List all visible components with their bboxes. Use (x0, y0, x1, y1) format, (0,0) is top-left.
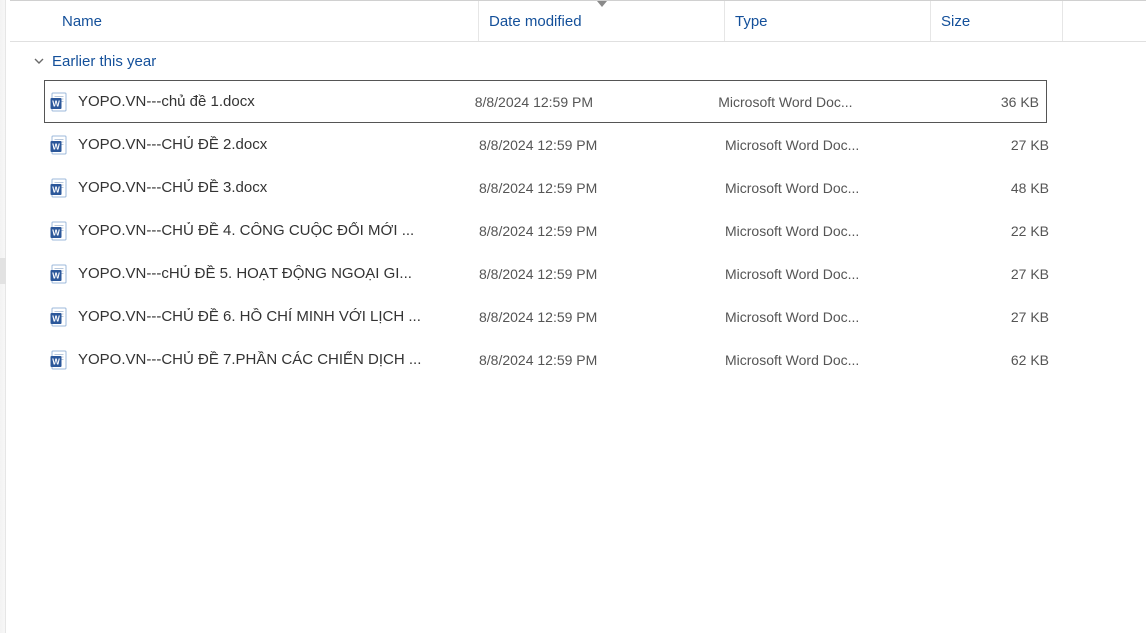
file-type-cell: Microsoft Word Doc... (725, 266, 931, 282)
file-row[interactable]: YOPO.VN---CHỦ ĐỀ 6. HỒ CHÍ MINH VỚI LỊCH… (10, 295, 1146, 338)
file-size-cell: 27 KB (931, 266, 1057, 282)
column-header-size-label: Size (941, 13, 970, 30)
file-size-cell: 27 KB (931, 137, 1057, 153)
file-name-cell: YOPO.VN---cHỦ ĐỀ 5. HOẠT ĐỘNG NGOẠI GI..… (50, 264, 479, 284)
file-name-cell: YOPO.VN---CHỦ ĐỀ 6. HỒ CHÍ MINH VỚI LỊCH… (50, 307, 479, 327)
left-pane-divider[interactable] (0, 0, 6, 633)
file-date-cell: 8/8/2024 12:59 PM (479, 223, 725, 239)
word-document-icon (50, 350, 68, 370)
file-date-cell: 8/8/2024 12:59 PM (479, 309, 725, 325)
file-row[interactable]: YOPO.VN---CHỦ ĐỀ 3.docx 8/8/2024 12:59 PM… (10, 166, 1146, 209)
file-type-cell: Microsoft Word Doc... (725, 137, 931, 153)
file-row[interactable]: YOPO.VN---CHỦ ĐỀ 7.PHẦN CÁC CHIẾN DỊCH .… (10, 338, 1146, 381)
chevron-down-icon (32, 54, 46, 68)
file-type-cell: Microsoft Word Doc... (725, 352, 931, 368)
file-row[interactable]: YOPO.VN---CHỦ ĐỀ 2.docx 8/8/2024 12:59 PM… (10, 123, 1146, 166)
file-date-cell: 8/8/2024 12:59 PM (479, 137, 725, 153)
file-name-text: YOPO.VN---CHỦ ĐỀ 2.docx (78, 136, 267, 153)
column-header-name[interactable]: Name (10, 1, 479, 41)
file-date-cell: 8/8/2024 12:59 PM (479, 352, 725, 368)
file-name-text: YOPO.VN---cHỦ ĐỀ 5. HOẠT ĐỘNG NGOẠI GI..… (78, 265, 412, 282)
file-list: YOPO.VN---chủ đề 1.docx 8/8/2024 12:59 PM… (10, 80, 1146, 381)
file-name-text: YOPO.VN---CHỦ ĐỀ 6. HỒ CHÍ MINH VỚI LỊCH… (78, 308, 421, 325)
column-header-type[interactable]: Type (725, 1, 931, 41)
file-size-cell: 22 KB (931, 223, 1057, 239)
file-date-cell: 8/8/2024 12:59 PM (475, 94, 719, 110)
file-size-cell: 36 KB (922, 94, 1047, 110)
column-header-date-modified[interactable]: Date modified (479, 1, 725, 41)
file-type-cell: Microsoft Word Doc... (725, 309, 931, 325)
file-name-text: YOPO.VN---CHỦ ĐỀ 7.PHẦN CÁC CHIẾN DỊCH .… (78, 351, 421, 368)
file-name-text: YOPO.VN---CHỦ ĐỀ 4. CÔNG CUỘC ĐỔI MỚI ..… (78, 222, 414, 239)
file-name-cell: YOPO.VN---CHỦ ĐỀ 7.PHẦN CÁC CHIẾN DỊCH .… (50, 350, 479, 370)
file-explorer-details-view: Name Date modified Type Size Earlier thi… (10, 0, 1146, 633)
file-name-cell: YOPO.VN---CHỦ ĐỀ 3.docx (50, 178, 479, 198)
file-size-cell: 48 KB (931, 180, 1057, 196)
file-date-cell: 8/8/2024 12:59 PM (479, 266, 725, 282)
file-size-cell: 27 KB (931, 309, 1057, 325)
word-document-icon (50, 307, 68, 327)
word-document-icon (50, 264, 68, 284)
file-type-cell: Microsoft Word Doc... (725, 180, 931, 196)
sort-descending-icon (597, 0, 607, 10)
file-row[interactable]: YOPO.VN---CHỦ ĐỀ 4. CÔNG CUỘC ĐỔI MỚI ..… (10, 209, 1146, 252)
file-name-text: YOPO.VN---CHỦ ĐỀ 3.docx (78, 179, 267, 196)
file-size-cell: 62 KB (931, 352, 1057, 368)
column-header-type-label: Type (735, 13, 768, 30)
column-header-date-label: Date modified (489, 13, 582, 30)
column-header-name-label: Name (62, 13, 102, 30)
file-name-cell: YOPO.VN---CHỦ ĐỀ 4. CÔNG CUỘC ĐỔI MỚI ..… (50, 221, 479, 241)
file-name-cell: YOPO.VN---CHỦ ĐỀ 2.docx (50, 135, 479, 155)
file-row[interactable]: YOPO.VN---chủ đề 1.docx 8/8/2024 12:59 PM… (44, 80, 1047, 123)
file-date-cell: 8/8/2024 12:59 PM (479, 180, 725, 196)
word-document-icon (50, 221, 68, 241)
file-type-cell: Microsoft Word Doc... (725, 223, 931, 239)
file-row[interactable]: YOPO.VN---cHỦ ĐỀ 5. HOẠT ĐỘNG NGOẠI GI..… (10, 252, 1146, 295)
word-document-icon (50, 92, 68, 112)
file-type-cell: Microsoft Word Doc... (718, 94, 922, 110)
left-pane-grip[interactable] (0, 258, 6, 284)
file-name-cell: YOPO.VN---chủ đề 1.docx (50, 92, 475, 112)
column-header-size[interactable]: Size (931, 1, 1063, 41)
file-name-text: YOPO.VN---chủ đề 1.docx (78, 93, 255, 110)
column-header-row: Name Date modified Type Size (10, 0, 1146, 42)
word-document-icon (50, 178, 68, 198)
group-header-earlier-this-year[interactable]: Earlier this year (10, 42, 1146, 80)
word-document-icon (50, 135, 68, 155)
group-header-label: Earlier this year (52, 53, 156, 70)
